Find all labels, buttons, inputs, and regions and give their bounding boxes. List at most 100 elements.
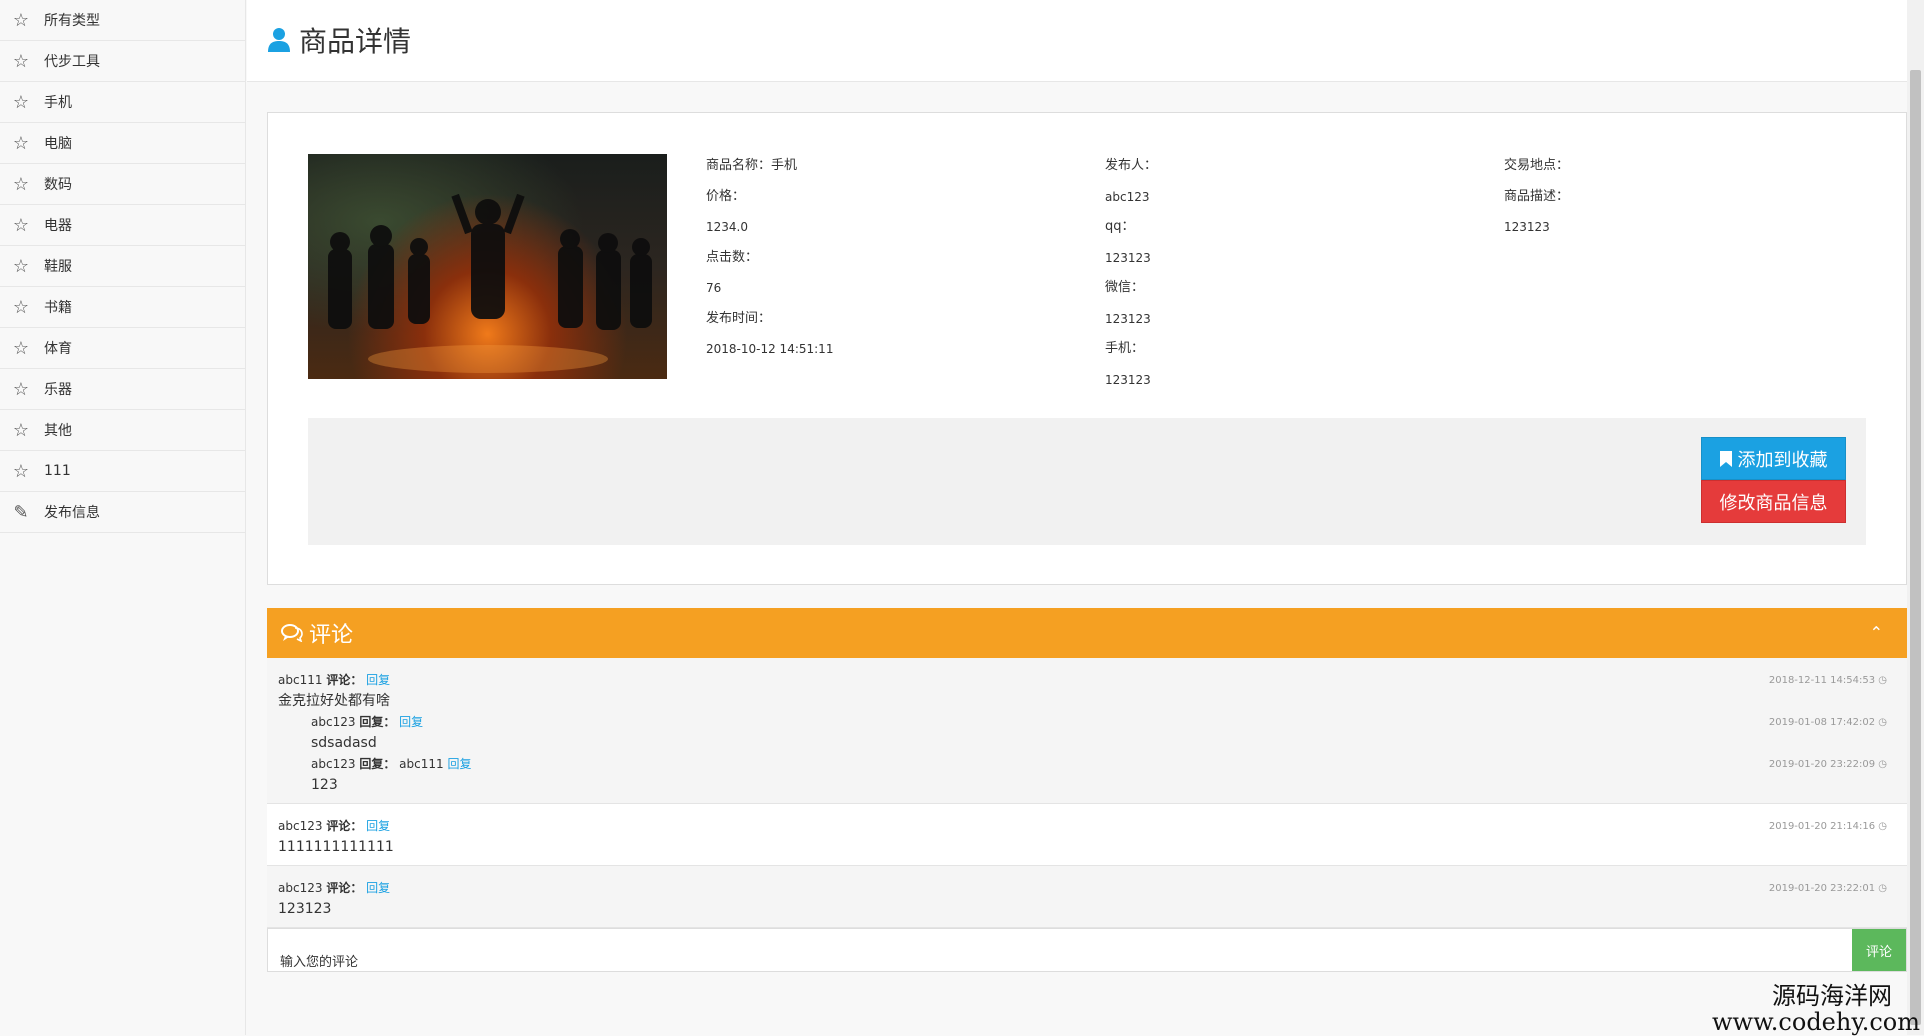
clock-icon: ◷ bbox=[1878, 759, 1887, 770]
comment-panel: 评论 ⌃ abc111 评论： 回复 2018-12-11 14:54:53 ◷… bbox=[267, 608, 1907, 976]
comment-input[interactable] bbox=[268, 929, 1860, 971]
description-value: 123123 bbox=[1504, 220, 1550, 234]
add-favorite-button[interactable]: 添加到收藏 bbox=[1701, 437, 1846, 480]
sidebar-item-sports[interactable]: ☆ 体育 bbox=[0, 328, 245, 369]
reply-list: abc123 回复： 回复 2019-01-08 17:42:02 ◷ sdsa… bbox=[278, 712, 1897, 796]
publish-time-value: 2018-10-12 14:51:11 bbox=[706, 342, 834, 356]
price-label: 价格： bbox=[706, 188, 746, 204]
comment-word: 评论： bbox=[326, 673, 363, 687]
comment-user: abc123 bbox=[278, 881, 323, 895]
sidebar-item-111[interactable]: ☆ 111 bbox=[0, 451, 245, 492]
star-icon: ☆ bbox=[12, 50, 30, 72]
star-icon: ☆ bbox=[12, 337, 30, 359]
reply-word: 回复： bbox=[359, 757, 396, 771]
clock-icon: ◷ bbox=[1878, 821, 1887, 832]
star-icon: ☆ bbox=[12, 91, 30, 113]
star-icon: ☆ bbox=[12, 378, 30, 400]
comment-text: 1111111111111 bbox=[278, 839, 394, 855]
sidebar-item-label: 鞋服 bbox=[44, 259, 72, 275]
clock-icon: ◷ bbox=[1878, 883, 1887, 894]
sidebar-item-label: 数码 bbox=[44, 177, 72, 193]
sidebar-item-appliances[interactable]: ☆ 电器 bbox=[0, 205, 245, 246]
reply-link[interactable]: 回复 bbox=[399, 715, 423, 729]
user-icon bbox=[268, 28, 290, 52]
comment-time: 2019-01-20 23:22:01 ◷ bbox=[1768, 883, 1887, 894]
comment-text: 金克拉好处都有啥 bbox=[278, 693, 390, 709]
phone-label: 手机： bbox=[1105, 341, 1145, 356]
sidebar-item-publish[interactable]: ✎ 发布信息 bbox=[0, 492, 245, 533]
page-header: 商品详情 bbox=[247, 0, 1907, 82]
reply-time: 2019-01-20 23:22:09 ◷ bbox=[1768, 759, 1887, 770]
page-title: 商品详情 bbox=[267, 20, 411, 60]
comment-thread: abc123 评论： 回复 2019-01-20 21:14:16 ◷ 1111… bbox=[267, 804, 1907, 866]
clicks-value: 76 bbox=[706, 281, 722, 295]
comment-word: 评论： bbox=[326, 881, 363, 895]
sidebar-item-label: 发布信息 bbox=[44, 505, 100, 521]
sidebar-item-all-types[interactable]: ☆ 所有类型 bbox=[0, 0, 245, 41]
scrollbar[interactable] bbox=[1907, 0, 1924, 1035]
reply-word: 回复： bbox=[359, 715, 396, 729]
comment-user: abc123 bbox=[278, 819, 323, 833]
reply-user: abc123 bbox=[311, 757, 356, 771]
qq-label: qq： bbox=[1105, 219, 1135, 234]
sidebar-item-digital[interactable]: ☆ 数码 bbox=[0, 164, 245, 205]
reply-text: sdsadasd bbox=[311, 735, 377, 751]
sidebar-item-label: 111 bbox=[44, 463, 71, 479]
watermark: 源码海洋网 www.codehy.com bbox=[1712, 983, 1920, 1035]
product-info-col-1: 商品名称：手机 价格： 1234.0 点击数： 76 发布时间： 2018-10… bbox=[706, 151, 833, 365]
bookmark-icon bbox=[1719, 450, 1732, 467]
sidebar: ☆ 所有类型 ☆ 代步工具 ☆ 手机 ☆ 电脑 ☆ 数码 ☆ 电器 ☆ 鞋服 ☆ 书籍 ☆ 体育 … bbox=[0, 0, 246, 1035]
sidebar-item-vehicles[interactable]: ☆ 代步工具 bbox=[0, 41, 245, 82]
reply-text: 123 bbox=[311, 777, 338, 793]
sidebar-item-books[interactable]: ☆ 书籍 bbox=[0, 287, 245, 328]
reply-link[interactable]: 回复 bbox=[366, 819, 390, 833]
product-name: 商品名称：手机 bbox=[706, 158, 798, 173]
star-icon: ☆ bbox=[12, 419, 30, 441]
scrollbar-thumb[interactable] bbox=[1910, 70, 1921, 1025]
description-label: 商品描述： bbox=[1504, 188, 1570, 204]
submit-comment-button[interactable]: 评论 bbox=[1852, 929, 1906, 971]
comment-input-row: 评论 bbox=[267, 928, 1907, 972]
comment-user: abc111 bbox=[278, 673, 323, 687]
comment-thread: abc111 评论： 回复 2018-12-11 14:54:53 ◷ 金克拉好… bbox=[267, 658, 1907, 804]
page-title-text: 商品详情 bbox=[299, 25, 412, 58]
comment-header[interactable]: 评论 ⌃ bbox=[267, 608, 1907, 658]
comment-meta: abc111 评论： 回复 2018-12-11 14:54:53 ◷ bbox=[278, 670, 1897, 691]
sidebar-item-phones[interactable]: ☆ 手机 bbox=[0, 82, 245, 123]
sidebar-item-clothing[interactable]: ☆ 鞋服 bbox=[0, 246, 245, 287]
product-info-col-3: 交易地点： 商品描述： 123123 bbox=[1504, 151, 1569, 243]
comment-time: 2018-12-11 14:54:53 ◷ bbox=[1768, 675, 1887, 686]
wechat-value: 123123 bbox=[1105, 311, 1151, 326]
location-label: 交易地点： bbox=[1504, 158, 1570, 173]
chevron-up-icon[interactable]: ⌃ bbox=[1870, 623, 1883, 642]
watermark-line-1: 源码海洋网 bbox=[1772, 982, 1892, 1010]
product-info-col-2: 发布人： abc123 qq： 123123 微信： 123123 手机： 12… bbox=[1105, 151, 1157, 395]
reply-to-user: abc111 bbox=[399, 757, 444, 771]
clicks-label: 点击数： bbox=[706, 249, 759, 265]
comment-word: 评论： bbox=[326, 819, 363, 833]
reply-link[interactable]: 回复 bbox=[366, 881, 390, 895]
comment-text: 123123 bbox=[278, 901, 332, 917]
edit-icon: ✎ bbox=[13, 501, 29, 523]
comment-meta: abc123 评论： 回复 2019-01-20 21:14:16 ◷ bbox=[278, 816, 1897, 837]
product-panel: 商品名称：手机 价格： 1234.0 点击数： 76 发布时间： 2018-10… bbox=[267, 112, 1907, 585]
sidebar-item-computers[interactable]: ☆ 电脑 bbox=[0, 123, 245, 164]
clock-icon: ◷ bbox=[1878, 675, 1887, 686]
sidebar-item-label: 手机 bbox=[44, 95, 72, 111]
star-icon: ☆ bbox=[12, 132, 30, 154]
reply-link[interactable]: 回复 bbox=[447, 757, 471, 771]
edit-product-button[interactable]: 修改商品信息 bbox=[1701, 480, 1846, 523]
publisher-value: abc123 bbox=[1105, 189, 1150, 204]
reply-link[interactable]: 回复 bbox=[366, 673, 390, 687]
reply-user: abc123 bbox=[311, 715, 356, 729]
sidebar-item-other[interactable]: ☆ 其他 bbox=[0, 410, 245, 451]
star-icon: ☆ bbox=[12, 9, 30, 31]
wechat-label: 微信： bbox=[1105, 280, 1145, 295]
star-icon: ☆ bbox=[12, 255, 30, 277]
price-value: 1234.0 bbox=[706, 220, 748, 234]
star-icon: ☆ bbox=[12, 296, 30, 318]
sidebar-item-instruments[interactable]: ☆ 乐器 bbox=[0, 369, 245, 410]
add-favorite-label: 添加到收藏 bbox=[1737, 449, 1828, 471]
main-content: 商品详情 商品名称：手机 价格： 1234.0 点击数： 76 发布时间： 20… bbox=[247, 0, 1907, 1035]
sidebar-item-label: 代步工具 bbox=[44, 54, 100, 70]
